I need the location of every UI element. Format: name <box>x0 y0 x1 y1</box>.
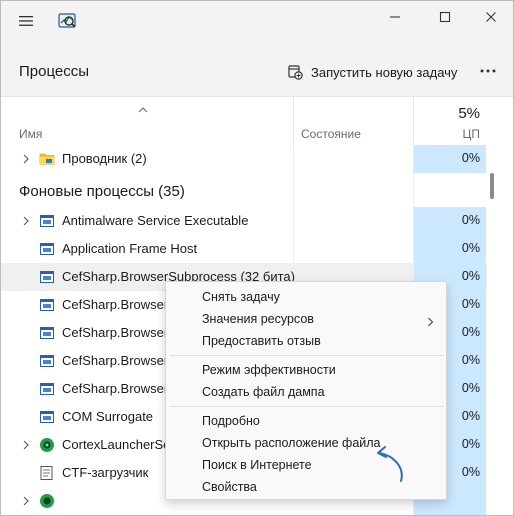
process-name: CortexLauncherServ <box>62 437 182 452</box>
cpu-cell: 0% <box>414 145 486 173</box>
column-name-header[interactable]: Имя <box>19 127 42 141</box>
cpu-value: 0% <box>461 151 480 165</box>
chevron-right-icon[interactable] <box>19 438 33 452</box>
chevron-right-icon[interactable] <box>19 494 33 508</box>
annotation-arrow-icon <box>369 441 417 485</box>
menu-item-label: Режим эффективности <box>202 363 336 377</box>
process-name: CTF-загрузчик <box>62 465 149 480</box>
column-headers: Имя Состояние 5% ЦП <box>1 97 513 145</box>
app-window-icon <box>39 297 55 313</box>
menu-item-label: Снять задачу <box>202 290 280 304</box>
menu-item-details[interactable]: Подробно <box>166 410 446 432</box>
more-options-icon[interactable] <box>473 57 503 85</box>
table-row[interactable]: Antimalware Service Executable 0% <box>1 207 513 235</box>
run-task-label: Запустить новую задачу <box>311 64 458 80</box>
menu-item-resource-values[interactable]: Значения ресурсов <box>166 308 446 330</box>
cell-divider <box>293 173 294 207</box>
cpu-value: 0% <box>461 381 480 395</box>
app-window-icon <box>39 381 55 397</box>
sort-ascending-icon <box>137 101 149 119</box>
app-window-icon <box>39 213 55 229</box>
app-window-icon <box>39 409 55 425</box>
menu-item-label: Создать файл дампа <box>202 385 325 399</box>
column-state-header[interactable]: Состояние <box>301 127 361 141</box>
ctf-loader-icon <box>39 465 55 481</box>
process-name: COM Surrogate <box>62 409 154 424</box>
app-window-icon <box>39 269 55 285</box>
table-row[interactable]: Application Frame Host 0% <box>1 235 513 263</box>
cpu-value: 0% <box>461 269 480 283</box>
background-processes-heading: Фоновые процессы (35) <box>19 183 185 200</box>
cpu-value: 0% <box>461 437 480 451</box>
process-name: Application Frame Host <box>62 241 198 256</box>
cpu-value: 0% <box>461 241 480 255</box>
app-window-icon <box>39 241 55 257</box>
cortex-icon <box>39 493 55 509</box>
cell-divider <box>293 145 294 173</box>
menu-item-efficiency-mode[interactable]: Режим эффективности <box>166 359 446 381</box>
menu-divider <box>170 355 444 356</box>
cpu-value: 0% <box>461 353 480 367</box>
minimize-button[interactable] <box>371 1 419 33</box>
menu-item-label: Значения ресурсов <box>202 312 314 326</box>
cpu-value: 0% <box>461 297 480 311</box>
menu-divider <box>170 406 444 407</box>
menu-item-label: Предоставить отзыв <box>202 334 321 348</box>
cpu-cell: 0% <box>414 207 486 235</box>
vertical-scrollbar[interactable] <box>487 145 513 515</box>
menu-item-create-dump[interactable]: Создать файл дампа <box>166 381 446 403</box>
column-divider[interactable] <box>293 97 294 145</box>
cell-divider <box>413 173 414 207</box>
menu-item-label: Свойства <box>202 480 257 494</box>
cpu-value: 0% <box>461 409 480 423</box>
cpu-value: 0% <box>461 213 480 227</box>
cell-divider <box>293 235 294 263</box>
scrollbar-thumb[interactable] <box>490 173 494 199</box>
menu-item-label: Открыть расположение файла <box>202 436 381 450</box>
process-name: Проводник (2) <box>62 151 147 166</box>
process-name: Antimalware Service Executable <box>62 213 249 228</box>
maximize-button[interactable] <box>421 1 469 33</box>
menu-item-label: Подробно <box>202 414 260 428</box>
cpu-value: 0% <box>461 465 480 479</box>
cpu-column-label: ЦП <box>462 127 480 141</box>
cell-divider <box>293 207 294 235</box>
page-title: Процессы <box>19 63 90 80</box>
run-new-task-button[interactable]: Запустить новую задачу <box>287 61 457 83</box>
task-manager-window: Процессы Запустить новую задачу Имя Сост… <box>0 0 514 516</box>
cpu-value: 0% <box>461 325 480 339</box>
page-header: Процессы Запустить новую задачу <box>1 43 513 97</box>
app-window-icon <box>39 325 55 341</box>
chevron-right-icon[interactable] <box>19 152 33 166</box>
chevron-right-icon[interactable] <box>19 214 33 228</box>
close-button[interactable] <box>467 1 513 33</box>
task-manager-app-icon <box>55 9 79 33</box>
title-bar <box>1 1 513 43</box>
menu-item-label: Поиск в Интернете <box>202 458 312 472</box>
cpu-cell: 0% <box>414 235 486 263</box>
hamburger-menu-icon[interactable] <box>14 9 38 33</box>
table-row[interactable]: Проводник (2) 0% <box>1 145 513 173</box>
column-cpu-header[interactable]: 5% ЦП <box>414 97 486 145</box>
folder-icon <box>39 151 55 167</box>
run-task-icon <box>288 65 303 80</box>
cpu-total-percent: 5% <box>458 105 480 122</box>
menu-item-end-task[interactable]: Снять задачу <box>166 286 446 308</box>
cortex-icon <box>39 437 55 453</box>
app-window-icon <box>39 353 55 369</box>
menu-item-feedback[interactable]: Предоставить отзыв <box>166 330 446 352</box>
